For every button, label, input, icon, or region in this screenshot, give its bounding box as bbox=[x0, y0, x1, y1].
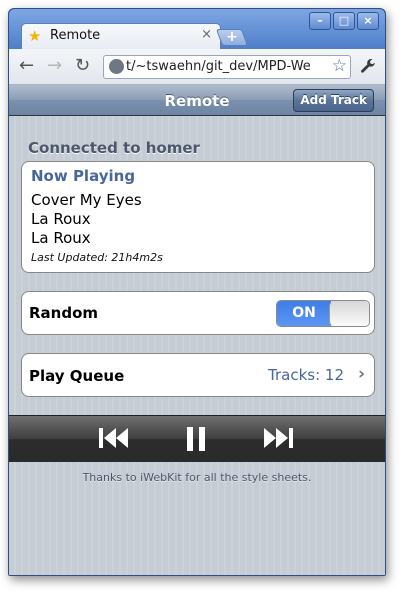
toggle-knob[interactable] bbox=[329, 301, 369, 326]
last-updated: Last Updated: 21h4m2s bbox=[31, 251, 163, 264]
tracks-count: Tracks: 12 bbox=[268, 366, 344, 384]
maximize-button[interactable]: □ bbox=[333, 12, 355, 30]
play-queue-label: Play Queue bbox=[29, 367, 125, 385]
plus-icon: + bbox=[226, 29, 238, 45]
address-bar[interactable]: t/~tswaehn/git_dev/MPD-We ☆ bbox=[103, 55, 351, 79]
tab-title: Remote bbox=[50, 28, 101, 43]
globe-icon bbox=[109, 59, 124, 74]
footer-credit: Thanks to iWebKit for all the style shee… bbox=[82, 471, 312, 484]
tab-close-icon[interactable]: × bbox=[201, 27, 212, 42]
web-page: Remote Add Track Connected to homer Now … bbox=[9, 85, 385, 575]
previous-icon[interactable] bbox=[97, 424, 131, 456]
toggle-on-label: ON bbox=[277, 301, 331, 326]
favicon-star-icon: ★ bbox=[28, 27, 42, 45]
connection-status: Connected to homer bbox=[28, 139, 200, 157]
app-navbar: Remote Add Track bbox=[9, 85, 385, 116]
next-icon[interactable] bbox=[261, 424, 295, 456]
back-arrow-icon[interactable]: ← bbox=[19, 56, 34, 76]
song-album: La Roux bbox=[31, 229, 91, 247]
song-title: Cover My Eyes bbox=[31, 191, 142, 209]
close-window-button[interactable]: × bbox=[357, 12, 379, 30]
reload-icon[interactable]: ↻ bbox=[75, 56, 90, 76]
address-url: t/~tswaehn/git_dev/MPD-We bbox=[126, 59, 311, 74]
browser-tab[interactable]: ★ Remote × bbox=[21, 23, 221, 49]
now-playing-heading: Now Playing bbox=[31, 167, 136, 185]
window-controls: – □ × bbox=[309, 12, 379, 30]
random-panel: Random ON bbox=[21, 291, 375, 335]
title-bar: ★ Remote × + – □ × bbox=[9, 9, 385, 49]
wrench-icon[interactable] bbox=[359, 57, 377, 79]
now-playing-panel: Now Playing Cover My Eyes La Roux La Rou… bbox=[21, 161, 375, 273]
forward-arrow-icon[interactable]: → bbox=[47, 56, 62, 76]
playback-controls bbox=[9, 415, 385, 462]
chevron-right-icon: › bbox=[357, 364, 365, 384]
minimize-button[interactable]: – bbox=[309, 12, 331, 30]
bookmark-star-icon[interactable]: ☆ bbox=[329, 56, 347, 76]
new-tab-button[interactable]: + bbox=[215, 29, 249, 46]
random-toggle[interactable]: ON bbox=[276, 300, 370, 327]
browser-toolbar: ← → ↻ t/~tswaehn/git_dev/MPD-We ☆ bbox=[9, 49, 385, 85]
add-track-button[interactable]: Add Track bbox=[293, 89, 374, 112]
pause-icon[interactable] bbox=[183, 424, 209, 458]
random-label: Random bbox=[29, 304, 99, 322]
browser-window: ★ Remote × + – □ × ← → ↻ t/~tswaehn/git_… bbox=[8, 8, 386, 576]
play-queue-row[interactable]: Play Queue Tracks: 12 › bbox=[21, 353, 375, 397]
song-artist: La Roux bbox=[31, 210, 91, 228]
